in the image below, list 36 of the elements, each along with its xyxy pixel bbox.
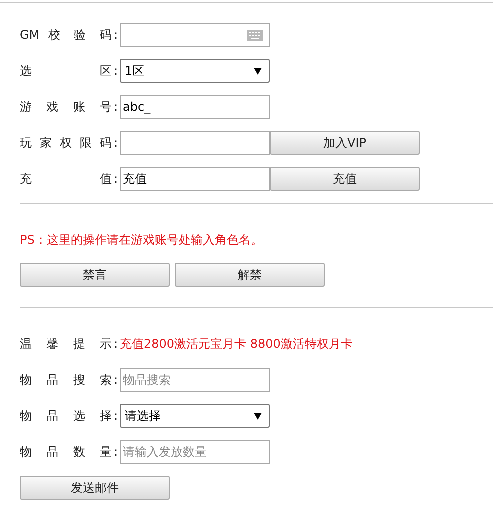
action-button[interactable]: 加入VIP [270, 131, 420, 155]
colon: : [112, 337, 120, 351]
action-button[interactable]: 解禁 [175, 263, 325, 287]
colon: : [112, 172, 120, 186]
field-label: 物 品 数 量 [20, 444, 112, 460]
field-label: 物 品 搜 索 [20, 372, 112, 388]
input-field[interactable]: 请输入发放数量 [120, 440, 270, 464]
input-field[interactable]: abc_ [120, 95, 270, 119]
send-button[interactable]: 发送邮件 [20, 476, 170, 500]
field-label: GM 校 验 码 [20, 26, 112, 44]
colon: : [112, 100, 120, 114]
action-button[interactable]: 充值 [270, 167, 420, 191]
keyboard-icon [247, 30, 263, 40]
dropdown[interactable]: 1区 [120, 59, 270, 83]
dropdown[interactable]: 请选择 [120, 404, 270, 428]
caret-icon [254, 412, 262, 420]
field-label: 物 品 选 择 [20, 408, 112, 424]
colon: : [112, 445, 120, 459]
colon: : [112, 28, 120, 42]
field-label: 充 值 [20, 170, 112, 188]
field-label: 游 戏 账 号 [20, 98, 112, 116]
note-text: PS：这里的操作请在游戏账号处输入角色名。 [20, 232, 264, 249]
input-field[interactable] [120, 23, 270, 47]
input-field[interactable] [120, 131, 270, 155]
input-field[interactable]: 充值 [120, 167, 270, 191]
field-label: 玩 家 权 限 码 [20, 134, 112, 152]
input-field[interactable]: 物品搜索 [120, 368, 270, 392]
action-button[interactable]: 禁言 [20, 263, 170, 287]
field-label: 选 区 [20, 62, 112, 80]
colon: : [112, 136, 120, 150]
tip-text: 充值2800激活元宝月卡 8800激活特权月卡 [120, 336, 353, 352]
field-label: 温 馨 提 示 [20, 336, 112, 352]
colon: : [112, 64, 120, 78]
colon: : [112, 409, 120, 423]
colon: : [112, 373, 120, 387]
caret-icon [254, 68, 262, 74]
